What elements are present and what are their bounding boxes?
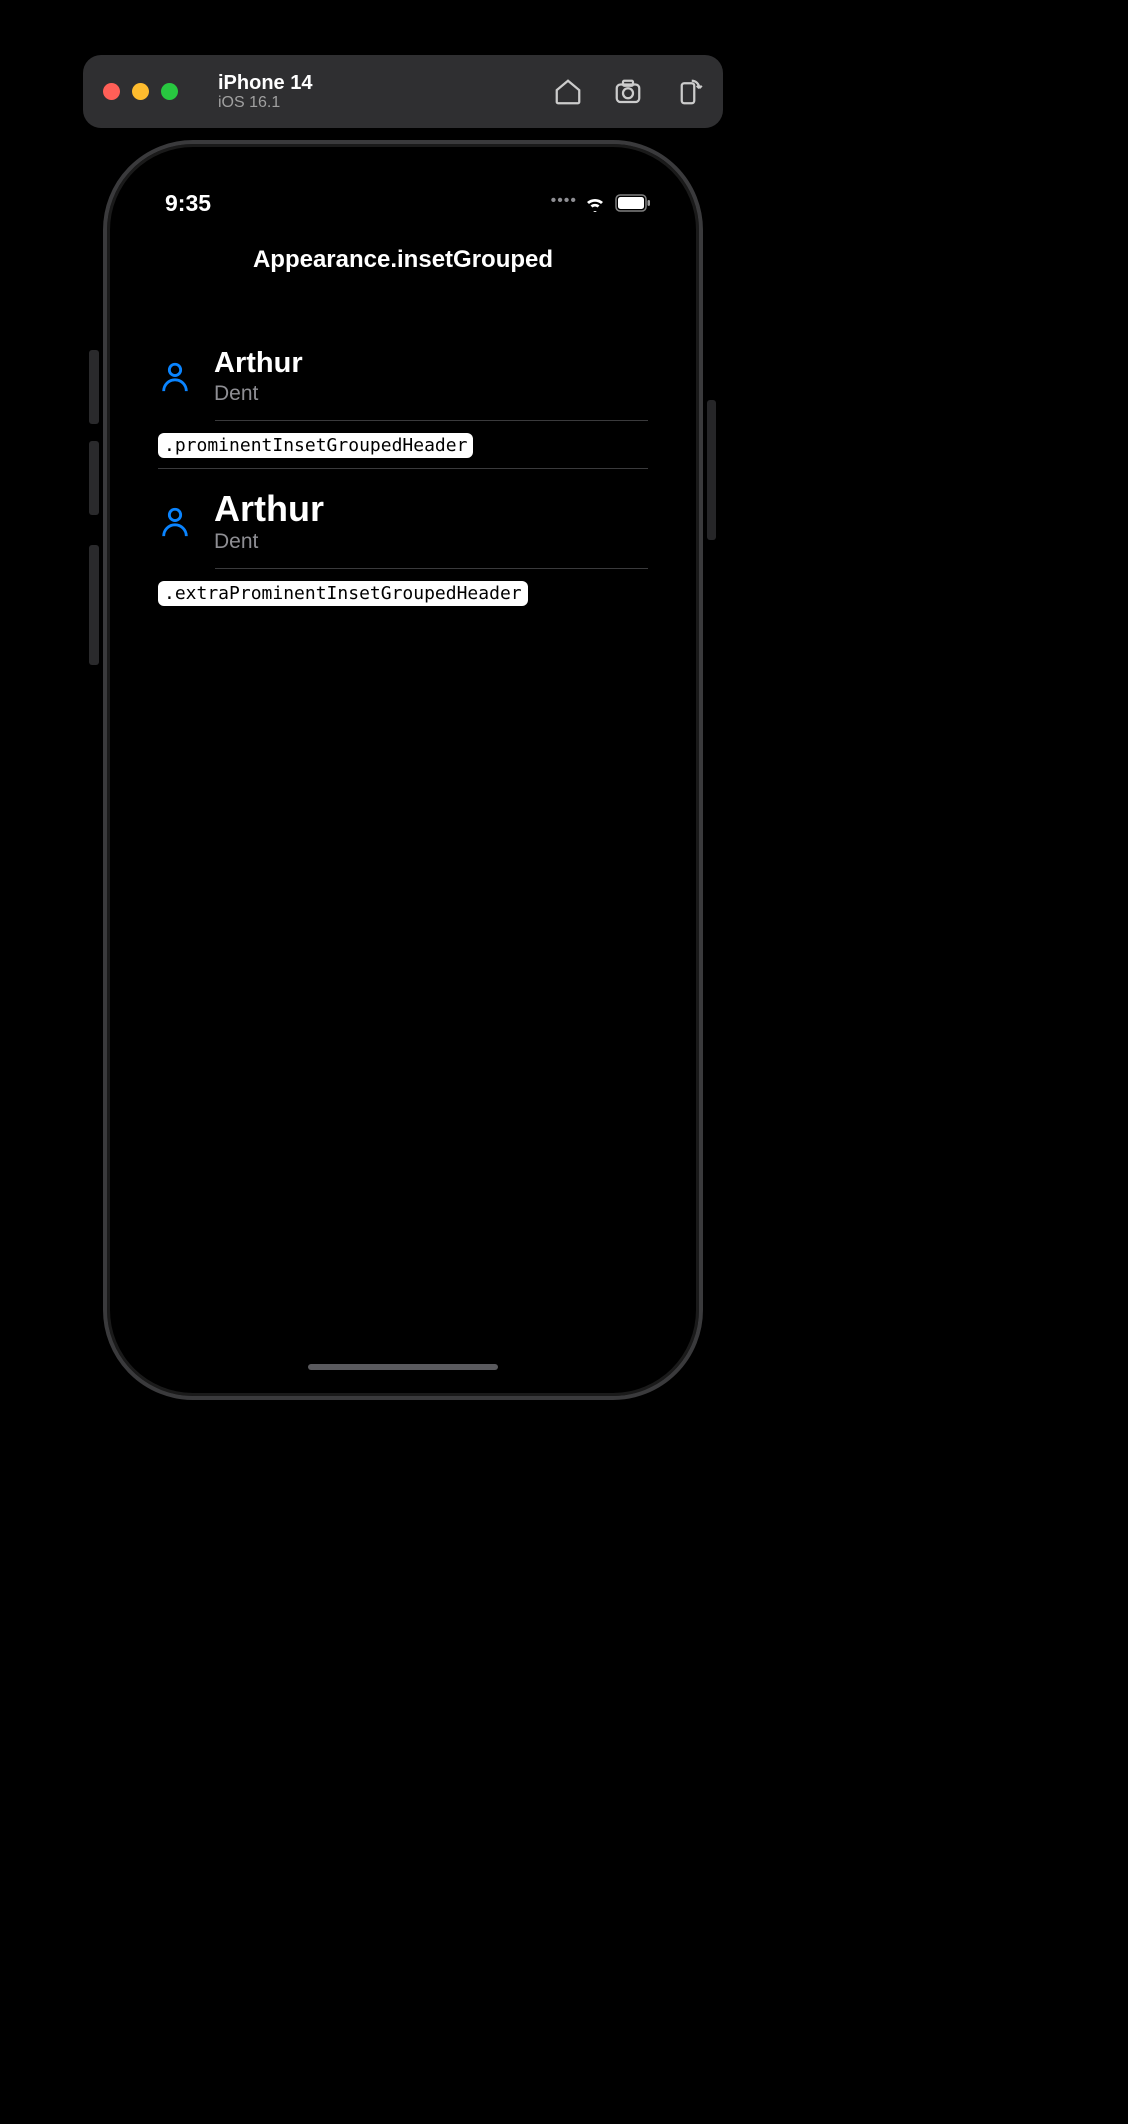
home-icon[interactable] (553, 77, 583, 107)
row-subtitle: Dent (214, 530, 324, 554)
row-title: Arthur (214, 348, 303, 380)
section-footer-tag: .prominentInsetGroupedHeader (158, 433, 473, 458)
device-name: iPhone 14 (218, 72, 312, 94)
row-subtitle: Dent (214, 382, 303, 406)
rotate-icon[interactable] (673, 77, 703, 107)
device-label: iPhone 14 iOS 16.1 (218, 72, 312, 112)
status-right: •••• (551, 192, 651, 215)
volume-down-button[interactable] (89, 441, 99, 515)
row-text: Arthur Dent (214, 489, 324, 555)
person-icon (158, 360, 192, 394)
zoom-window-button[interactable] (161, 83, 178, 100)
simulator-actions (553, 77, 703, 107)
silent-switch[interactable] (89, 545, 99, 665)
window-controls (103, 83, 178, 100)
power-button[interactable] (707, 400, 716, 540)
home-indicator[interactable] (308, 1364, 498, 1370)
row-separator (215, 568, 648, 569)
row-separator (215, 420, 648, 421)
phone-screen: 9:35 •••• Appearance.insetGrouped (121, 158, 685, 1382)
section-footer-tag: .extraProminentInsetGroupedHeader (158, 581, 528, 606)
row-text: Arthur Dent (214, 348, 303, 406)
simulator-toolbar: iPhone 14 iOS 16.1 (83, 55, 723, 128)
minimize-window-button[interactable] (132, 83, 149, 100)
wifi-icon (583, 194, 607, 212)
row-title: Arthur (214, 489, 324, 529)
person-icon (158, 505, 192, 539)
close-window-button[interactable] (103, 83, 120, 100)
volume-up-button[interactable] (89, 350, 99, 424)
battery-icon (615, 194, 651, 212)
status-time: 9:35 (165, 190, 211, 217)
device-os-version: iOS 16.1 (218, 94, 312, 112)
phone-frame: 9:35 •••• Appearance.insetGrouped (103, 140, 703, 1400)
cellular-dots-icon: •••• (551, 192, 577, 215)
page-title: Appearance.insetGrouped (121, 228, 685, 284)
list-content[interactable]: Arthur Dent .prominentInsetGroupedHeader… (121, 284, 685, 616)
list-item[interactable]: Arthur Dent (158, 334, 648, 420)
list-item[interactable]: Arthur Dent (158, 475, 648, 569)
screenshot-icon[interactable] (613, 77, 643, 107)
status-bar: 9:35 •••• (121, 158, 685, 228)
